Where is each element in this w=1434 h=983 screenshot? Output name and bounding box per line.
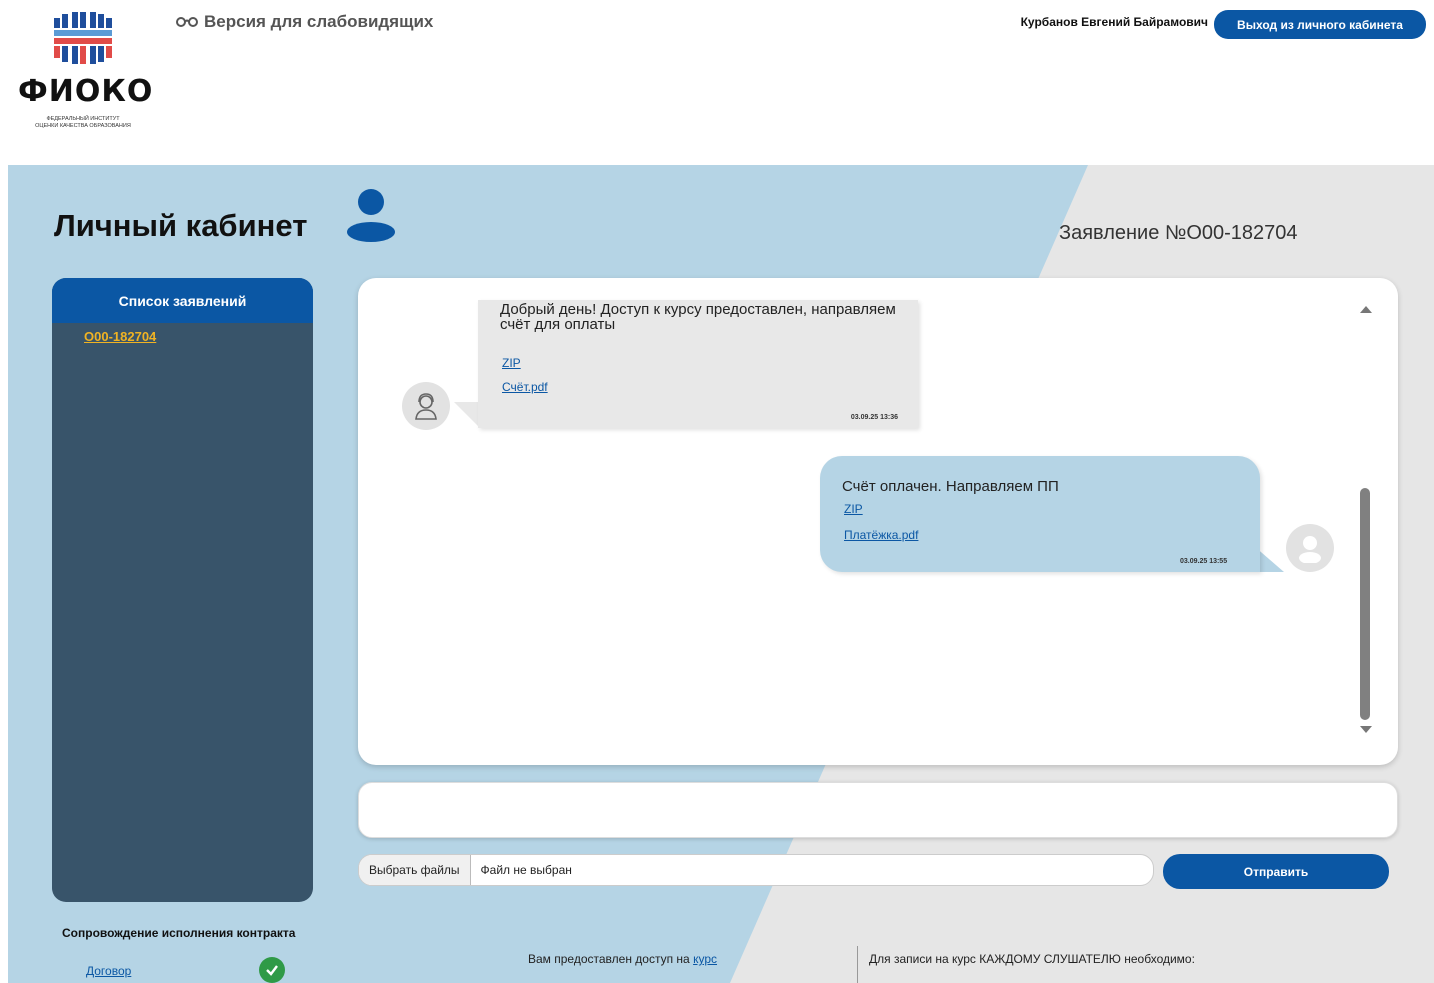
- logo-subtitle: Федеральный институт оценки качества обр…: [8, 116, 158, 130]
- incoming-message-text: Добрый день! Доступ к курсу предоставлен…: [500, 301, 896, 333]
- file-status: Файл не выбран: [480, 863, 572, 877]
- outgoing-attachment-payment[interactable]: Платёжка.pdf: [844, 528, 918, 542]
- accessibility-link[interactable]: Версия для слабовидящих: [176, 12, 433, 32]
- logout-button[interactable]: Выход из личного кабинета: [1214, 10, 1426, 39]
- application-number: Заявление №О00-182704: [1059, 222, 1298, 244]
- check-icon: [259, 957, 285, 983]
- accessibility-label: Версия для слабовидящих: [204, 12, 434, 31]
- user-icon: [347, 189, 395, 242]
- message-input[interactable]: [358, 782, 1398, 838]
- incoming-message-time: 03.09.25 13:36: [850, 414, 898, 421]
- footer-divider: [857, 946, 858, 983]
- operator-avatar: [402, 382, 450, 430]
- sidebar-heading: Список заявлений: [52, 278, 313, 323]
- incoming-bubble-tail: [454, 402, 480, 428]
- page: ФИОКО Федеральный институт оценки качест…: [0, 0, 1434, 983]
- outgoing-message-time: 03.09.25 13:55: [1180, 558, 1228, 565]
- user-avatar-icon: [1299, 536, 1321, 563]
- logo-subtitle-line1: Федеральный институт: [46, 116, 120, 122]
- operator-avatar-icon: [415, 393, 437, 420]
- logo-name: ФИОКО: [18, 74, 154, 109]
- course-link[interactable]: курс: [693, 952, 717, 966]
- access-text: Вам предоставлен доступ на: [528, 952, 690, 966]
- outgoing-message-text: Счёт оплачен. Направляем ПП: [842, 478, 1059, 495]
- send-button[interactable]: Отправить: [1163, 854, 1389, 889]
- scroll-down-icon[interactable]: [1360, 726, 1372, 733]
- incoming-attachment-zip[interactable]: ZIP: [502, 356, 521, 370]
- file-picker[interactable]: Выбрать файлы Файл не выбран: [358, 854, 1154, 886]
- outgoing-attachment-zip[interactable]: ZIP: [844, 502, 863, 516]
- glasses-icon: [176, 12, 198, 32]
- page-title: Личный кабинет: [54, 208, 308, 243]
- user-avatar: [1286, 524, 1334, 572]
- logo-mark-icon: [54, 12, 112, 64]
- fioko-logo[interactable]: ФИОКО Федеральный институт оценки качест…: [8, 12, 158, 137]
- incoming-message: Добрый день! Доступ к курсу предоставлен…: [478, 300, 918, 428]
- chat-scrollbar[interactable]: [1356, 300, 1376, 740]
- contract-title: Сопровождение исполнения контракта: [62, 926, 296, 940]
- user-name: Курбанов Евгений Байрамович: [1020, 15, 1208, 29]
- choose-files-button[interactable]: Выбрать файлы: [359, 855, 471, 885]
- incoming-attachment-invoice[interactable]: Счёт.pdf: [502, 380, 548, 394]
- access-info: Вам предоставлен доступ на курс: [528, 952, 717, 966]
- applications-sidebar: Список заявлений О00-182704: [52, 278, 313, 902]
- outgoing-message: Счёт оплачен. Направляем ПП ZIP Платёжка…: [820, 456, 1260, 572]
- logo-subtitle-line2: оценки качества образования: [35, 123, 131, 129]
- chat-panel[interactable]: Добрый день! Доступ к курсу предоставлен…: [358, 278, 1398, 765]
- scroll-up-icon[interactable]: [1360, 306, 1372, 313]
- sidebar-item-application[interactable]: О00-182704: [84, 329, 313, 344]
- scroll-thumb[interactable]: [1360, 488, 1370, 720]
- contract-link[interactable]: Договор: [86, 964, 131, 978]
- enroll-instructions: Для записи на курс КАЖДОМУ СЛУШАТЕЛЮ нео…: [869, 952, 1195, 966]
